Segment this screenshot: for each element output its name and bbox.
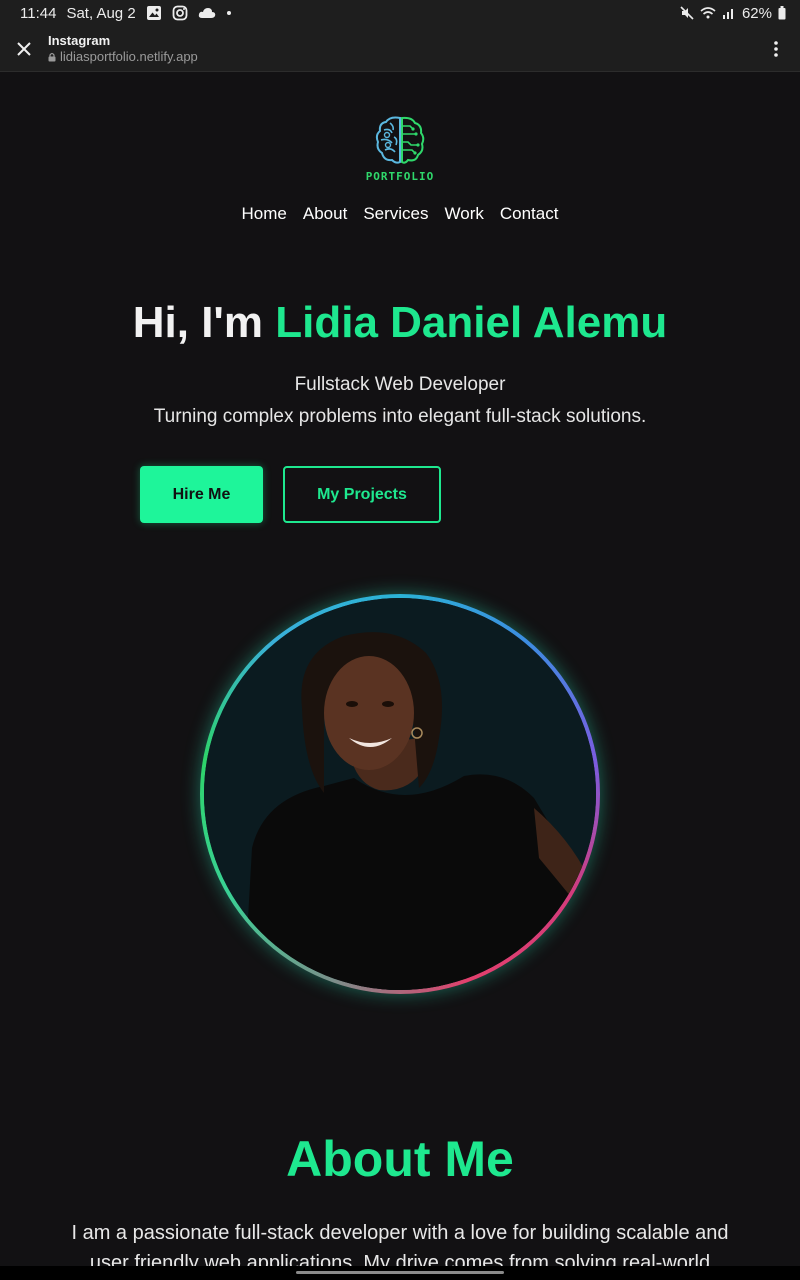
my-projects-button[interactable]: My Projects xyxy=(283,466,441,523)
site-url-row: lidiasportfolio.netlify.app xyxy=(48,49,198,65)
hero-title: Hi, I'm Lidia Daniel Alemu xyxy=(0,298,800,348)
more-vert-icon xyxy=(774,40,778,57)
status-time: 11:44 xyxy=(20,4,57,22)
nav-home[interactable]: Home xyxy=(242,204,287,224)
status-date: Sat, Aug 2 xyxy=(66,4,136,22)
cloud-icon xyxy=(198,6,216,20)
gesture-handle[interactable] xyxy=(296,1271,504,1274)
nav-services[interactable]: Services xyxy=(363,204,428,224)
nav-about[interactable]: About xyxy=(303,204,347,224)
nav-contact[interactable]: Contact xyxy=(500,204,559,224)
hero-name: Lidia Daniel Alemu xyxy=(275,298,668,347)
portfolio-page: PORTFOLIO Home About Services Work Conta… xyxy=(0,72,800,1266)
dot-icon xyxy=(226,10,232,16)
browser-header: Instagram lidiasportfolio.netlify.app xyxy=(0,26,800,72)
battery-icon xyxy=(778,6,786,20)
signal-icon xyxy=(722,6,736,20)
system-nav-bar xyxy=(0,1266,800,1280)
brain-circuit-logo xyxy=(375,116,425,164)
profile-photo xyxy=(204,598,596,990)
about-text: I am a passionate full-stack developer w… xyxy=(71,1222,729,1266)
gallery-icon xyxy=(146,5,162,21)
close-icon xyxy=(17,41,31,56)
hero-role: Fullstack Web Developer xyxy=(294,374,506,395)
logo-text: PORTFOLIO xyxy=(365,170,435,183)
site-logo[interactable]: PORTFOLIO xyxy=(0,112,800,183)
site-url: lidiasportfolio.netlify.app xyxy=(60,48,198,64)
url-block[interactable]: Instagram lidiasportfolio.netlify.app xyxy=(48,33,198,65)
instagram-icon xyxy=(172,5,188,21)
nav-work[interactable]: Work xyxy=(445,204,484,224)
site-title: Instagram xyxy=(48,32,111,48)
about-title: About Me xyxy=(286,1131,514,1187)
hero-greeting: Hi, I'm xyxy=(132,298,276,347)
profile-photo-frame xyxy=(200,594,600,994)
mute-icon xyxy=(680,6,694,20)
close-button[interactable] xyxy=(0,26,48,72)
battery-percent: 62% xyxy=(741,4,772,22)
hire-me-button[interactable]: Hire Me xyxy=(140,466,263,523)
more-options-button[interactable] xyxy=(752,26,800,72)
hero-tagline: Turning complex problems into elegant fu… xyxy=(153,406,647,427)
wifi-icon xyxy=(700,6,716,20)
status-bar: 11:44 Sat, Aug 2 62% xyxy=(0,0,800,26)
lock-icon xyxy=(48,52,56,61)
main-nav: Home About Services Work Contact xyxy=(0,204,800,224)
